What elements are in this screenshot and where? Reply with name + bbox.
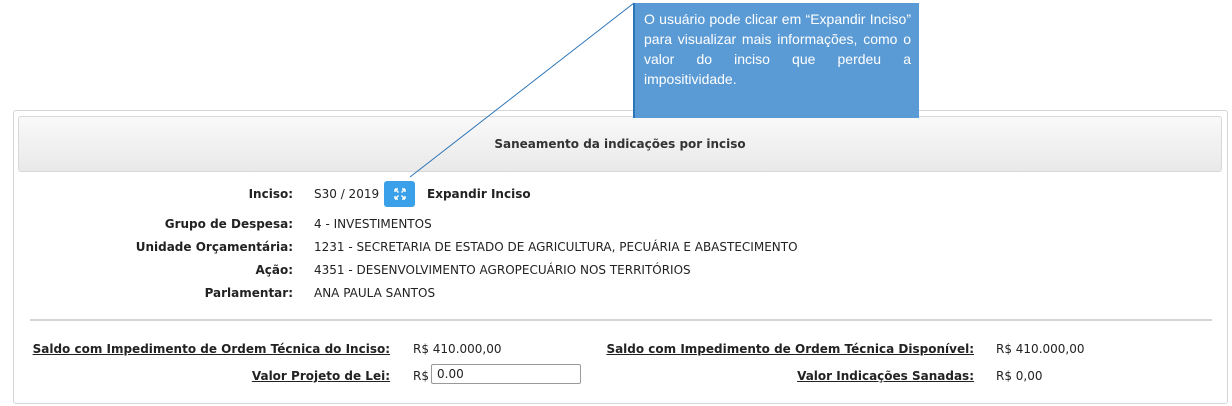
expand-arrows-icon (393, 188, 406, 200)
saldo-disponivel-label: Saldo com Impedimento de Ordem Técnica D… (606, 342, 974, 356)
valor-projeto-label: Valor Projeto de Lei: (251, 369, 390, 383)
panel-header: Saneamento da indicações por inciso (18, 116, 1222, 172)
expand-inciso-button[interactable] (384, 181, 415, 207)
acao-value: 4351 - DESENVOLVIMENTO AGROPECUÁRIO NOS … (314, 263, 691, 277)
saldo-inciso-value: R$ 410.000,00 (413, 342, 502, 356)
unidade-orcamentaria-value: 1231 - SECRETARIA DE ESTADO DE AGRICULTU… (314, 240, 798, 254)
grupo-despesa-value: 4 - INVESTIMENTOS (314, 217, 432, 231)
panel-title: Saneamento da indicações por inciso (494, 137, 746, 151)
saldo-disponivel-value: R$ 410.000,00 (996, 342, 1085, 356)
valor-sanadas-label: Valor Indicações Sanadas: (797, 369, 974, 383)
section-divider (30, 319, 1212, 321)
grupo-despesa-label: Grupo de Despesa: (164, 217, 293, 231)
valor-sanadas-value: R$ 0,00 (996, 369, 1043, 383)
valor-projeto-input[interactable] (431, 364, 581, 384)
saneamento-panel: Saneamento da indicações por inciso (13, 110, 1228, 404)
inciso-value: S30 / 2019 (314, 187, 380, 201)
callout-text: O usuário pode clicar em “Expandir Incis… (644, 11, 911, 87)
acao-label: Ação: (255, 263, 293, 277)
help-callout: O usuário pode clicar em “Expandir Incis… (633, 3, 919, 118)
parlamentar-value: ANA PAULA SANTOS (314, 286, 436, 300)
unidade-orcamentaria-label: Unidade Orçamentária: (135, 240, 293, 254)
expand-inciso-link[interactable]: Expandir Inciso (427, 187, 531, 201)
parlamentar-label: Parlamentar: (204, 286, 293, 300)
valor-projeto-currency: R$ (413, 369, 429, 383)
inciso-label: Inciso: (248, 187, 293, 201)
saldo-inciso-label: Saldo com Impedimento de Ordem Técnica d… (32, 342, 390, 356)
